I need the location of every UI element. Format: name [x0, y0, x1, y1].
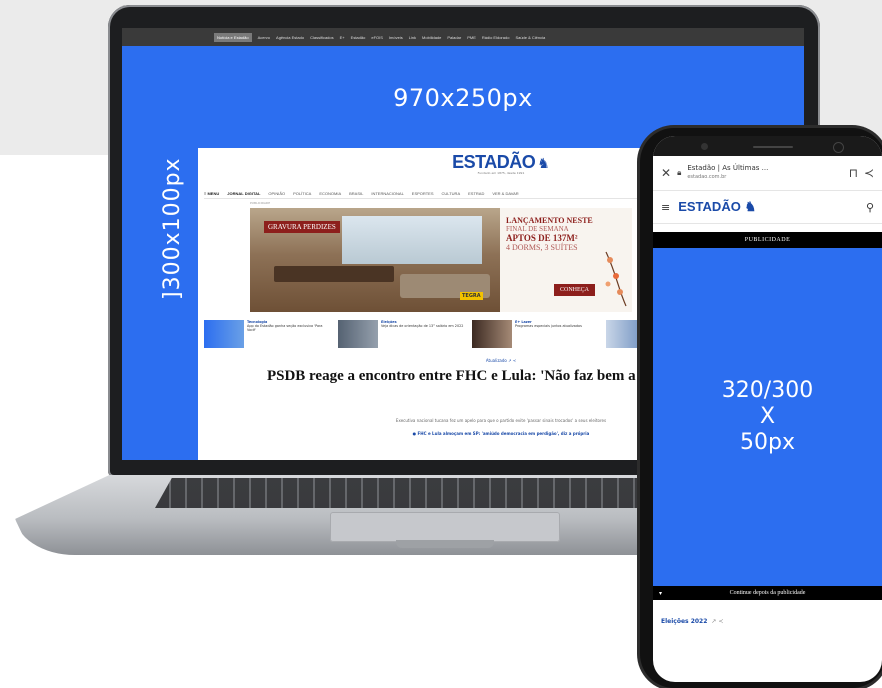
- menu-item[interactable]: E+: [340, 35, 345, 40]
- horse-logo-icon: ♞: [537, 156, 550, 172]
- menu-item[interactable]: PME: [467, 35, 476, 40]
- nav-item[interactable]: INTERNACIONAL: [371, 191, 403, 196]
- mobile-ad-size-line: 50px: [740, 430, 795, 455]
- news-thumbnail: [472, 320, 512, 348]
- article-updated: Atualizado: [485, 358, 507, 363]
- ad-tag: GRAVURA PERDIZES: [264, 221, 340, 233]
- hamburger-menu-icon[interactable]: ≡: [661, 201, 670, 214]
- ad-photo-window: [342, 216, 482, 264]
- nav-item[interactable]: BRASIL: [349, 191, 363, 196]
- ad-banner[interactable]: GRAVURA PERDIZES TEGRA LANÇAMENTO NESTE …: [250, 208, 632, 312]
- mobile-site-header: ≡ ESTADÃO ♞ ⚲: [653, 191, 882, 224]
- ad-stamp: TEGRA: [460, 292, 483, 300]
- menu-item[interactable]: Classificados: [310, 35, 334, 40]
- nav-item[interactable]: POLÍTICA: [293, 191, 311, 196]
- menu-item[interactable]: Rádio Eldorado: [482, 35, 510, 40]
- ad-copy: LANÇAMENTO NESTE FINAL DE SEMANA APTOS D…: [500, 208, 632, 312]
- close-icon[interactable]: ✕: [661, 166, 671, 180]
- news-title: App do Estadão ganha seção exclusiva 'Pa…: [247, 324, 323, 332]
- ad-size-label-side: ]300x100px: [160, 157, 185, 300]
- share-icon[interactable]: ↗ ≺: [711, 618, 723, 625]
- news-thumbnail: [338, 320, 378, 348]
- phone-status-bar: [653, 136, 882, 156]
- news-card[interactable]: E+ Lazer Programas especiais juntos atua…: [472, 320, 600, 350]
- nav-item[interactable]: OPINIÃO: [268, 191, 285, 196]
- laptop-notch: [396, 540, 494, 548]
- browser-title: Estadão | As Últimas ...: [687, 164, 769, 172]
- menu-item[interactable]: Agência Estado: [276, 35, 304, 40]
- search-icon[interactable]: ⚲: [866, 201, 874, 214]
- speaker-icon: [753, 146, 793, 148]
- chevron-down-icon[interactable]: ▾: [659, 590, 662, 597]
- menu-item[interactable]: Acervo: [258, 35, 270, 40]
- news-card[interactable]: Eleições Veja dicas de orientação de 13°…: [338, 320, 466, 350]
- bookmark-icon[interactable]: ⊓: [849, 166, 858, 180]
- mobile-ad-slot[interactable]: 320/300 X 50px: [653, 248, 882, 586]
- news-title: Programas especiais juntos atualizados: [515, 324, 582, 328]
- touchpad: [330, 512, 560, 542]
- browser-bar: ✕ 🔒︎ Estadão | As Últimas ... estadao.co…: [653, 156, 882, 191]
- menu-item[interactable]: Estadão: [351, 35, 366, 40]
- menu-item[interactable]: Imóveis: [389, 35, 403, 40]
- browser-title-block[interactable]: Estadão | As Últimas ... estadao.com.br: [687, 164, 842, 182]
- menu-item[interactable]: Mobilidade: [422, 35, 441, 40]
- ad-cta-button[interactable]: CONHEÇA: [554, 284, 596, 296]
- news-card[interactable]: Tecnologia App do Estadão ganha seção ex…: [204, 320, 332, 350]
- nav-item[interactable]: ECONOMIA: [319, 191, 341, 196]
- news-thumbnail: [204, 320, 244, 348]
- share-icon[interactable]: ≺: [864, 166, 874, 180]
- branch-decoration-icon: [605, 251, 627, 307]
- site-logo: ESTADÃO: [452, 152, 536, 172]
- mobile-section-link[interactable]: Eleições 2022: [661, 618, 707, 625]
- menu-item[interactable]: Notícia e Estadão: [214, 32, 252, 42]
- ad-line: APTOS DE 137M²: [506, 233, 578, 243]
- share-icon[interactable]: ↗ ≺: [508, 358, 516, 363]
- mobile-site-logo[interactable]: ESTADÃO ♞: [678, 199, 858, 215]
- mobile-ad-size-line: 320/300: [721, 378, 814, 403]
- camera-icon: [701, 143, 708, 150]
- news-text: Tecnologia App do Estadão ganha seção ex…: [247, 320, 332, 350]
- ad-photo-table: [274, 266, 394, 282]
- mobile-ad-size-line: X: [759, 404, 776, 429]
- sensor-icon: [833, 142, 844, 153]
- menu-item[interactable]: eFOIS: [371, 35, 383, 40]
- horse-logo-icon: ♞: [744, 199, 757, 214]
- news-title: Veja dicas de orientação de 13° salário …: [381, 324, 464, 328]
- ad-photo: GRAVURA PERDIZES TEGRA: [250, 208, 500, 312]
- nav-item[interactable]: ESPORTES: [412, 191, 434, 196]
- news-text: E+ Lazer Programas especiais juntos atua…: [515, 320, 582, 350]
- browser-url: estadao.com.br: [687, 174, 727, 180]
- nav-item[interactable]: CULTURA: [442, 191, 461, 196]
- top-menu-bar: Notícia e Estadão Acervo Agência Estado …: [122, 28, 804, 46]
- mobile-logo-text: ESTADÃO: [678, 199, 741, 214]
- news-text: Eleições Veja dicas de orientação de 13°…: [381, 320, 463, 350]
- continue-bar: ▾ Continue depois da publicidade: [653, 586, 882, 600]
- nav-item[interactable]: ESTRAD: [468, 191, 484, 196]
- nav-item[interactable]: JORNAL DIGITAL: [227, 191, 260, 196]
- phone-screen: ✕ 🔒︎ Estadão | As Últimas ... estadao.co…: [653, 136, 882, 682]
- related-link-text: FHC e Lula almoçam em SP: 'amiúdo democr…: [417, 431, 590, 436]
- nav-item[interactable]: VER & DAVAR: [492, 191, 518, 196]
- ad-line: LANÇAMENTO NESTE: [506, 216, 593, 225]
- publicity-label: PUBLICIDADE: [250, 201, 271, 205]
- mobile-publicity-bar: PUBLICIDADE: [653, 232, 882, 248]
- menu-item[interactable]: Saúde & Ciência: [515, 35, 545, 40]
- continue-text: Continue depois da publicidade: [729, 590, 806, 596]
- lock-icon: 🔒︎: [677, 168, 682, 177]
- ad-line: FINAL DE SEMANA: [506, 225, 569, 233]
- keyboard: [155, 478, 715, 508]
- nav-menu[interactable]: ≡ MENU: [204, 191, 219, 196]
- menu-item[interactable]: Link: [409, 35, 416, 40]
- menu-item[interactable]: Paladar: [447, 35, 461, 40]
- ad-size-label-top: 970x250px: [393, 84, 533, 112]
- mobile-article-meta: Eleições 2022 ↗ ≺: [653, 600, 882, 625]
